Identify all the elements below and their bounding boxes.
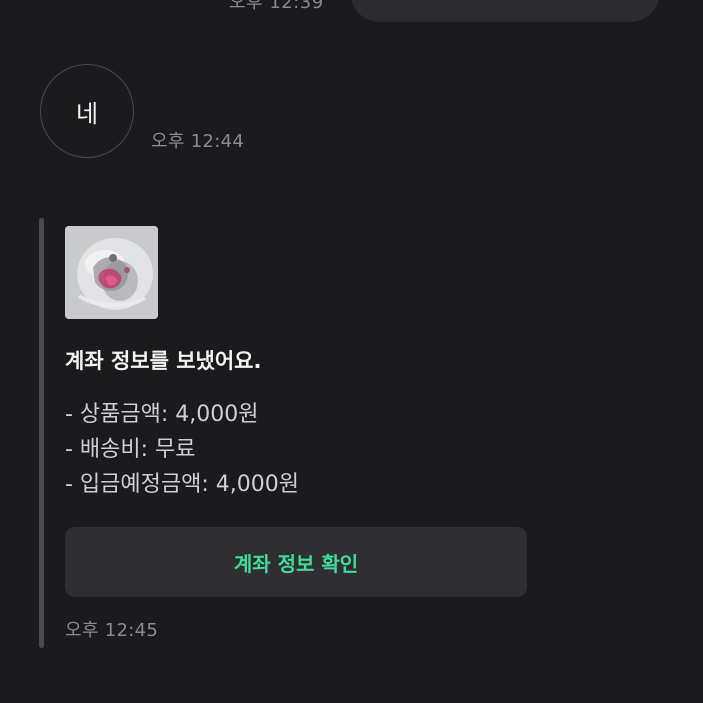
check-account-info-button[interactable]: 계좌 정보 확인 (65, 527, 527, 597)
check-account-info-label: 계좌 정보 확인 (233, 551, 359, 576)
product-thumbnail[interactable] (65, 226, 158, 319)
previous-message-time: 오후 12:39 (229, 0, 324, 13)
card-title: 계좌 정보를 보냈어요. (65, 349, 262, 373)
chat-screen: 오후 12:39 네 오후 12:44 계좌 정보를 보냈어요. - 상품금액:… (0, 0, 703, 703)
previous-message-bubble[interactable] (350, 0, 660, 22)
deposit-amount-line: - 입금예정금액: 4,000원 (65, 472, 299, 497)
reply-message-time: 오후 12:44 (151, 131, 245, 152)
product-image-icon (65, 226, 158, 319)
reply-message-text: 네 (75, 99, 99, 128)
reply-message-bubble[interactable]: 네 (40, 64, 134, 158)
shipping-fee-line: - 배송비: 무료 (65, 437, 196, 462)
card-message-time: 오후 12:45 (65, 620, 159, 641)
product-amount-line: - 상품금액: 4,000원 (65, 402, 259, 427)
card-accent-bar (39, 218, 44, 648)
